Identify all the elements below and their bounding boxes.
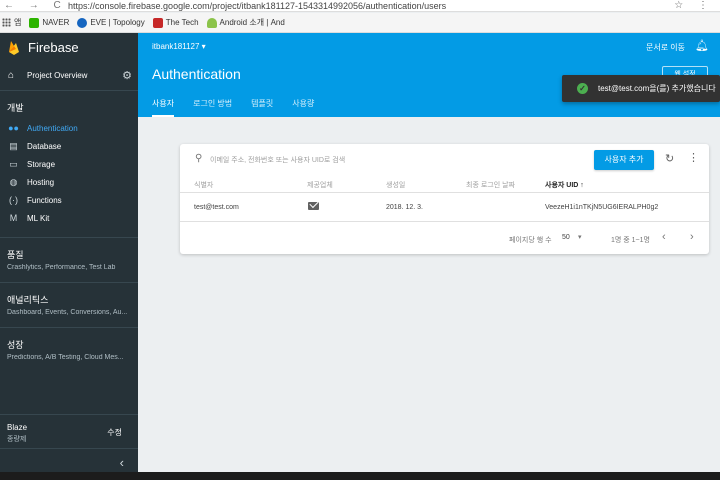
table-header: 식별자 제공업체 생성일 최종 로그인 날짜 사용자 UID ↑ bbox=[180, 176, 709, 193]
cell-user-uid: VeezeH1i1nTKjN5UG6IERALPH0g2 bbox=[545, 204, 659, 211]
bookmark-android[interactable]: Android 소개 | And bbox=[206, 17, 285, 28]
modify-plan-button[interactable]: 수정 bbox=[107, 427, 122, 438]
tab-users[interactable]: 사용자 bbox=[152, 98, 175, 117]
rows-per-page-label: 페이지당 행 수 bbox=[509, 237, 552, 244]
search-icon: ⚲ bbox=[195, 153, 203, 164]
apps-grid-icon bbox=[2, 18, 11, 27]
sidebar-item-functions[interactable]: (·) Functions bbox=[0, 191, 138, 209]
billing-plan: Blaze 종량제 수정 bbox=[0, 414, 138, 448]
project-overview-link[interactable]: ⌂ Project Overview ⚙ bbox=[0, 61, 138, 91]
naver-icon bbox=[29, 17, 40, 28]
android-icon bbox=[206, 17, 217, 28]
cell-identifier: test@test.com bbox=[194, 204, 239, 211]
sidebar-item-authentication[interactable]: ●● Authentication bbox=[0, 119, 138, 137]
eve-icon bbox=[77, 17, 88, 28]
taskbar-strip bbox=[0, 472, 720, 480]
docs-link[interactable]: 문서로 이동 bbox=[646, 42, 685, 53]
sidebar-item-database[interactable]: ▤ Database bbox=[0, 137, 138, 155]
the-tech-icon bbox=[152, 17, 163, 28]
check-circle-icon: ✓ bbox=[577, 83, 588, 94]
functions-icon: (·) bbox=[9, 195, 18, 205]
table-row[interactable]: test@test.com 2018. 12. 3. VeezeH1i1nTKj… bbox=[180, 193, 709, 222]
people-icon: ●● bbox=[8, 123, 19, 133]
sidebar-group-grow[interactable]: 성장 Predictions, A/B Testing, Cloud Mes..… bbox=[0, 327, 138, 372]
tab-usage[interactable]: 사용량 bbox=[292, 98, 314, 117]
ml-kit-icon: M bbox=[9, 213, 18, 223]
toast-message: test@test.com을(를) 추가했습니다 bbox=[598, 84, 716, 93]
pagination: 페이지당 행 수 50 ▾ 1명 중 1~1명 ‹ › bbox=[180, 222, 709, 254]
rows-per-page-select[interactable]: 50 bbox=[562, 234, 570, 241]
dropdown-caret-icon[interactable]: ▾ bbox=[578, 233, 582, 241]
firebase-logo[interactable]: Firebase bbox=[0, 33, 138, 61]
chevron-left-icon[interactable]: ‹ bbox=[662, 231, 666, 243]
tab-sign-in-method[interactable]: 로그인 방법 bbox=[193, 98, 232, 117]
email-icon bbox=[308, 202, 319, 210]
firebase-flame-icon bbox=[9, 40, 19, 55]
sidebar-item-ml-kit[interactable]: M ML Kit bbox=[0, 209, 138, 227]
project-selector[interactable]: itbank181127 ▾ bbox=[152, 42, 206, 51]
users-card: ⚲ 사용자 추가 ↻ ⋮ 식별자 제공업체 생성일 최종 로그인 날짜 사용자 … bbox=[180, 144, 709, 254]
tab-templates[interactable]: 템플릿 bbox=[251, 98, 273, 117]
bookmarks-bar: 앱 NAVER EVE | Topology The Tech Android … bbox=[0, 13, 720, 33]
column-user-uid[interactable]: 사용자 UID ↑ bbox=[545, 180, 584, 190]
column-last-signin[interactable]: 최종 로그인 날짜 bbox=[466, 180, 515, 190]
refresh-icon[interactable]: ↻ bbox=[665, 152, 674, 165]
project-overview-label: Project Overview bbox=[27, 71, 88, 80]
brand-name: Firebase bbox=[28, 39, 79, 55]
search-input[interactable] bbox=[210, 152, 510, 168]
column-created[interactable]: 생성일 bbox=[386, 180, 405, 190]
add-user-button[interactable]: 사용자 추가 bbox=[594, 150, 654, 170]
bookmark-apps[interactable]: 앱 bbox=[2, 17, 21, 28]
sidebar-group-quality[interactable]: 품질 Crashlytics, Performance, Test Lab bbox=[0, 237, 138, 282]
bell-icon[interactable]: 🔔︎ bbox=[695, 39, 709, 52]
browser-address-bar: ← → C https://console.firebase.google.co… bbox=[0, 0, 720, 12]
sidebar-item-storage[interactable]: ▭ Storage bbox=[0, 155, 138, 173]
header-tabs: 사용자 로그인 방법 템플릿 사용량 bbox=[152, 98, 333, 117]
bookmark-the-tech[interactable]: The Tech bbox=[152, 17, 199, 28]
sidebar-group-analytics[interactable]: 애널리틱스 Dashboard, Events, Conversions, Au… bbox=[0, 282, 138, 327]
page-range: 1명 중 1~1명 bbox=[611, 237, 650, 244]
globe-icon: ◍ bbox=[9, 176, 18, 187]
home-icon: ⌂ bbox=[8, 70, 15, 81]
browser-toolbar-icons[interactable]: ☆ ⋮ bbox=[670, 0, 720, 11]
page-title: Authentication bbox=[152, 66, 241, 82]
bookmark-eve[interactable]: EVE | Topology bbox=[77, 17, 145, 28]
sidebar: Firebase ⌂ Project Overview ⚙ 개발 ●● Auth… bbox=[0, 33, 138, 480]
chevron-right-icon[interactable]: › bbox=[690, 231, 694, 243]
section-develop-heading: 개발 bbox=[7, 103, 24, 113]
database-icon: ▤ bbox=[9, 140, 18, 151]
sidebar-item-hosting[interactable]: ◍ Hosting bbox=[0, 173, 138, 191]
gear-icon[interactable]: ⚙ bbox=[122, 69, 132, 82]
users-toolbar: ⚲ 사용자 추가 ↻ ⋮ bbox=[180, 144, 709, 176]
browser-nav-buttons[interactable]: ← → C bbox=[0, 0, 68, 11]
bookmark-naver[interactable]: NAVER bbox=[29, 17, 69, 28]
column-provider[interactable]: 제공업체 bbox=[307, 180, 333, 190]
more-vert-icon[interactable]: ⋮ bbox=[688, 151, 699, 164]
storage-icon: ▭ bbox=[9, 158, 18, 169]
success-toast: ✓ test@test.com을(를) 추가했습니다 bbox=[562, 75, 720, 102]
chevron-left-icon: ‹ bbox=[119, 455, 124, 470]
cell-created: 2018. 12. 3. bbox=[386, 204, 423, 211]
column-identifier[interactable]: 식별자 bbox=[194, 180, 213, 190]
url-field[interactable]: https://console.firebase.google.com/proj… bbox=[68, 1, 670, 11]
